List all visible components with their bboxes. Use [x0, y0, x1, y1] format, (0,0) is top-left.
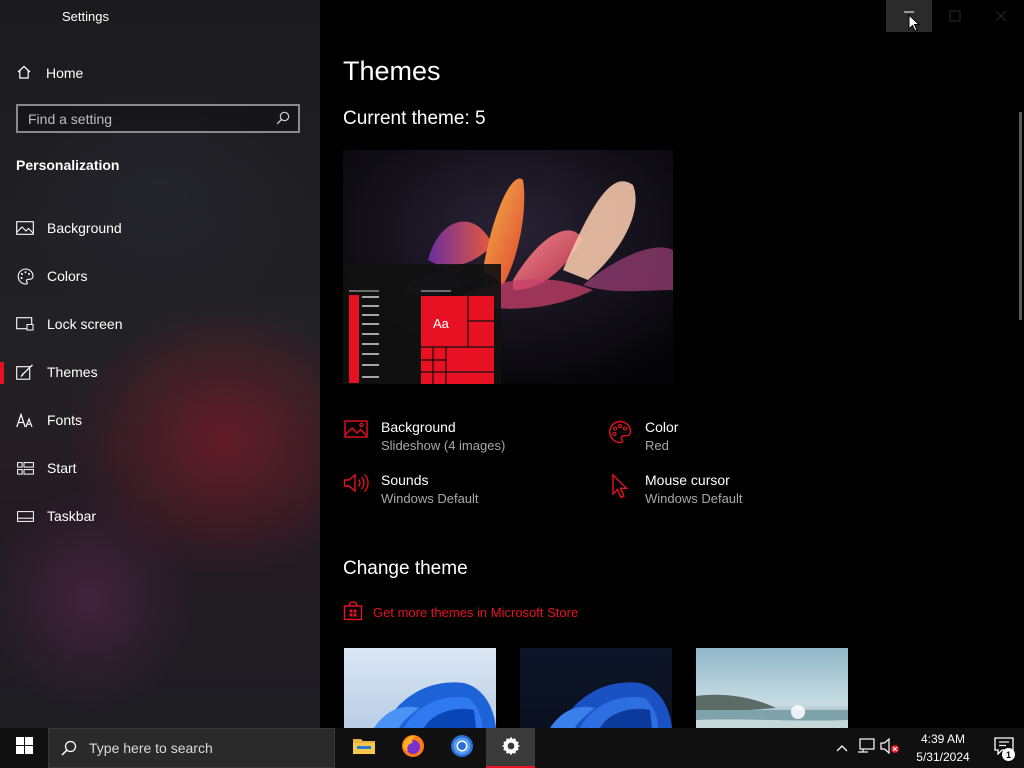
sidebar-item-label: Fonts	[47, 412, 83, 428]
window-title: Settings	[62, 9, 109, 24]
chevron-up-icon	[836, 739, 848, 757]
taskbar-app-firefox[interactable]	[388, 728, 437, 768]
clock-date: 5/31/2024	[916, 750, 970, 764]
sidebar-item-colors[interactable]: Colors	[0, 252, 320, 300]
property-value: Windows Default	[645, 491, 743, 506]
image-icon	[343, 418, 369, 446]
theme-background-setting[interactable]: Background Slideshow (4 images)	[343, 418, 505, 456]
theme-thumbnails	[344, 648, 848, 728]
home-icon	[16, 64, 32, 83]
themes-page: Themes Current theme: 5 Aa Background Sl…	[320, 0, 1024, 728]
image-icon	[16, 221, 34, 235]
taskbar-app-chrome[interactable]	[437, 728, 486, 768]
network-button[interactable]	[854, 728, 878, 768]
sidebar-item-background[interactable]: Background	[0, 204, 320, 252]
sidebar-item-label: Lock screen	[47, 316, 123, 332]
gear-icon	[501, 736, 521, 761]
notification-count: 1	[1002, 748, 1015, 761]
find-setting-input[interactable]	[18, 106, 268, 131]
palette-icon	[607, 418, 633, 446]
fonts-icon	[16, 412, 34, 428]
windows-logo-icon	[15, 737, 33, 759]
scrollbar[interactable]	[1019, 112, 1022, 320]
action-center-button[interactable]: 1	[984, 728, 1024, 768]
property-value: Windows Default	[381, 491, 479, 506]
theme-color-setting[interactable]: Color Red	[607, 418, 678, 456]
search-icon[interactable]	[276, 111, 290, 130]
property-value: Red	[645, 438, 669, 453]
sidebar-item-label: Start	[47, 460, 77, 476]
personalization-nav: Background Colors Lock screen Themes Fon…	[0, 204, 320, 540]
sidebar-item-taskbar[interactable]: Taskbar	[0, 492, 320, 540]
sidebar-item-themes[interactable]: Themes	[0, 348, 320, 396]
property-name: Color	[645, 419, 679, 435]
system-tray: 4:39 AM 5/31/2024 1	[830, 728, 1024, 768]
sidebar-item-lock-screen[interactable]: Lock screen	[0, 300, 320, 348]
find-setting-box[interactable]	[16, 104, 300, 133]
page-title: Themes	[343, 56, 441, 86]
clock-time: 4:39 AM	[920, 732, 966, 746]
theme-thumbnail[interactable]	[696, 648, 848, 728]
sidebar-item-fonts[interactable]: Fonts	[0, 396, 320, 444]
lock-screen-icon	[16, 317, 34, 331]
taskbar-apps	[339, 728, 535, 768]
store-bag-icon	[343, 601, 363, 624]
search-icon	[61, 740, 77, 756]
sidebar-item-label: Colors	[47, 268, 88, 284]
preview-sample-text: Aa	[433, 316, 449, 331]
sidebar-item-label: Taskbar	[47, 508, 97, 524]
clock[interactable]: 4:39 AM 5/31/2024	[902, 730, 984, 766]
settings-sidebar: Settings Home Personalization Background…	[0, 0, 320, 728]
start-layout-icon	[16, 461, 34, 475]
close-button[interactable]	[978, 0, 1024, 32]
nav-home-label: Home	[46, 65, 84, 81]
speaker-icon	[343, 471, 369, 499]
show-hidden-icons-button[interactable]	[830, 728, 854, 768]
folder-icon	[352, 736, 376, 761]
microsoft-store-link[interactable]: Get more themes in Microsoft Store	[343, 601, 578, 624]
property-name: Mouse cursor	[645, 472, 730, 488]
firefox-icon	[401, 734, 425, 763]
theme-sounds-setting[interactable]: Sounds Windows Default	[343, 471, 479, 509]
window-controls	[886, 0, 1024, 32]
nav-home[interactable]: Home	[16, 62, 83, 84]
theme-thumbnail[interactable]	[520, 648, 672, 728]
maximize-button[interactable]	[932, 0, 978, 32]
sidebar-item-label: Themes	[47, 364, 98, 380]
taskbar: Type here to search 4:39 AM 5/31/2024 1	[0, 728, 1024, 768]
palette-icon	[16, 267, 34, 285]
sidebar-item-start[interactable]: Start	[0, 444, 320, 492]
property-name: Background	[381, 419, 456, 435]
theme-mouse-cursor-setting[interactable]: Mouse cursor Windows Default	[607, 471, 743, 509]
property-name: Sounds	[381, 472, 429, 488]
taskbar-search-text: Type here to search	[89, 740, 213, 756]
wallpaper-image	[343, 150, 673, 384]
current-theme-label: Current theme: 5	[343, 108, 486, 129]
theme-thumbnail[interactable]	[344, 648, 496, 728]
volume-muted-icon	[880, 737, 900, 759]
volume-button[interactable]	[878, 728, 902, 768]
chrome-icon	[450, 734, 474, 763]
network-icon	[857, 737, 875, 759]
property-value: Slideshow (4 images)	[381, 438, 506, 453]
store-link-label: Get more themes in Microsoft Store	[373, 605, 579, 620]
sidebar-item-label: Background	[47, 220, 122, 236]
taskbar-search-box[interactable]: Type here to search	[48, 728, 335, 768]
start-button[interactable]	[0, 728, 48, 768]
theme-preview: Aa	[343, 150, 673, 384]
mouse-pointer-icon	[908, 14, 920, 32]
taskbar-icon	[16, 510, 34, 522]
change-theme-heading: Change theme	[343, 558, 468, 579]
section-title: Personalization	[16, 157, 120, 173]
cursor-icon	[607, 471, 633, 499]
taskbar-app-settings[interactable]	[486, 728, 535, 768]
taskbar-app-file-explorer[interactable]	[339, 728, 388, 768]
themes-brush-icon	[16, 364, 34, 380]
